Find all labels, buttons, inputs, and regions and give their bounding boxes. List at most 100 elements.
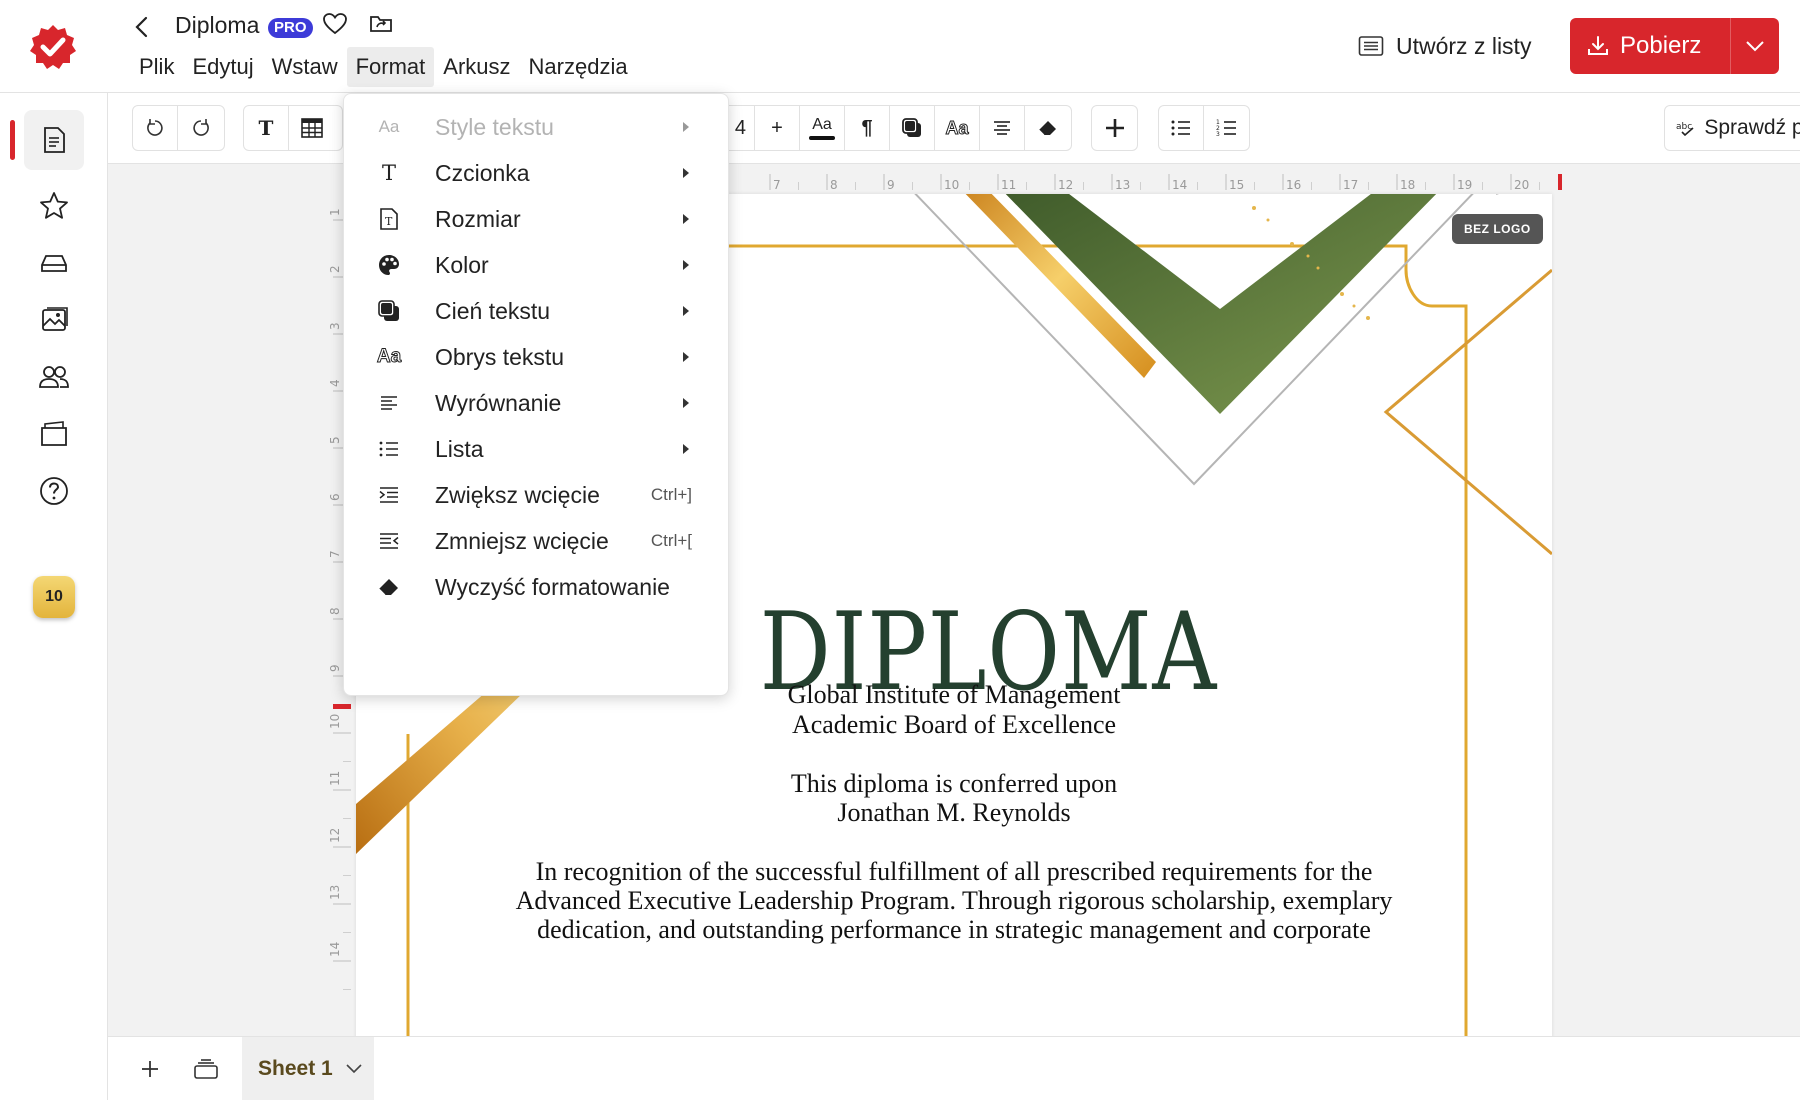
image-icon [42,307,68,331]
shadow-icon [902,118,921,137]
redo-icon [192,119,209,136]
paragraph-button[interactable]: ¶ [845,106,890,150]
spellcheck-button[interactable]: abc Sprawdź pisownię [1664,105,1800,151]
format-menu-item-rozmiar[interactable]: T Rozmiar [344,194,728,244]
format-menu-label: Zmniejsz wcięcie [435,527,609,554]
format-menu-item-cień-tekstu[interactable]: Cień tekstu [344,286,728,336]
menu-format[interactable]: Format [346,47,435,87]
download-button[interactable]: Pobierz [1570,18,1779,74]
sidebar-item-folders[interactable] [24,404,84,464]
ruler-number: 9 [328,664,342,672]
insert-plus-group [1091,105,1138,151]
sheet-tab[interactable]: Sheet 1 [242,1037,374,1100]
ruler-margin-marker[interactable] [1558,174,1562,190]
align-button[interactable] [980,106,1025,150]
ruler-number: 10 [328,714,342,729]
text-outline-button[interactable]: Aa [935,106,980,150]
text-shadow-button[interactable] [890,106,935,150]
ruler-number: 5 [328,436,342,444]
ruler-margin-marker[interactable] [333,704,351,709]
chevron-down-icon[interactable] [345,1063,363,1075]
format-menu-item-czcionka[interactable]: T Czcionka [344,148,728,198]
bullet-list-button[interactable] [1159,106,1204,150]
text-style-icon: Aa [378,117,400,136]
menu-wstaw[interactable]: Wstaw [263,47,347,87]
folder-move-icon[interactable] [368,11,394,37]
sidebar-item-drive[interactable] [24,233,84,293]
text-color-icon: Aa [812,116,832,133]
recipient-name[interactable]: Jonathan M. Reynolds [356,798,1552,828]
sheets-list-button[interactable] [188,1051,224,1087]
shortcut-hint: Ctrl+[ [650,531,692,550]
format-menu-item-zwiększ-wcięcie[interactable]: Zwiększ wcięcie Ctrl+] [344,470,728,520]
pro-badge: PRO [268,18,313,38]
create-from-list-button[interactable]: Utwórz z listy [1358,26,1531,66]
download-icon [1588,36,1608,55]
text-tool-button[interactable]: T [244,106,289,150]
ruler-number: 18 [1400,178,1415,192]
recognition-line-3[interactable]: dedication, and outstanding performance … [356,915,1552,945]
font-size-increase-button[interactable]: + [755,106,800,150]
sheet-bar: Sheet 1 [108,1036,1800,1100]
shortcut-hint: Ctrl+] [650,485,692,504]
sidebar-item-images[interactable] [24,290,84,350]
credits-badge[interactable]: 10 [33,576,75,618]
submenu-arrow-icon [683,444,689,454]
back-arrow-icon[interactable] [130,12,154,42]
clear-format-button[interactable] [1025,106,1070,150]
ruler-number: 11 [328,771,342,786]
menu-arkusz[interactable]: Arkusz [434,47,519,87]
board-line[interactable]: Academic Board of Excellence [356,710,1552,740]
active-indicator [10,120,15,160]
table-tool-button[interactable] [289,106,334,150]
sidebar-item-help[interactable] [24,461,84,521]
numbered-list-icon: 1 2 3 [1216,119,1236,137]
svg-text:3: 3 [1216,131,1220,137]
app-logo-icon[interactable] [29,23,77,71]
sidebar-item-document[interactable] [24,110,84,170]
text-color-button[interactable]: Aa [800,106,845,150]
no-logo-badge[interactable]: BEZ LOGO [1452,214,1543,244]
ruler-number: 12 [1058,178,1073,192]
ruler-number: 4 [328,379,342,387]
ruler-number: 7 [328,550,342,558]
submenu-arrow-icon [683,260,689,270]
ruler-number: 17 [1343,178,1358,192]
submenu-arrow-icon [683,398,689,408]
format-menu-item-zmniejsz-wcięcie[interactable]: Zmniejsz wcięcie Ctrl+[ [344,516,728,566]
menu-plik[interactable]: Plik [130,47,183,87]
recognition-line-1[interactable]: In recognition of the successful fulfill… [356,857,1552,887]
format-menu-item-style-tekstu: Aa Style tekstu [344,102,728,152]
recognition-line-2[interactable]: Advanced Executive Leadership Program. T… [356,886,1552,916]
format-menu-label: Czcionka [435,159,530,186]
ruler-number: 19 [1457,178,1472,192]
format-menu-item-wyczyść-formatowanie[interactable]: Wyczyść formatowanie [344,562,728,612]
menu-edytuj[interactable]: Edytuj [183,47,262,87]
add-sheet-button[interactable] [132,1051,168,1087]
layers-icon [194,1059,218,1079]
ruler-number: 7 [773,178,781,192]
document-title[interactable]: Diploma [175,12,259,39]
app-header: Diploma PRO Plik Edytuj Wstaw Format Ark… [0,0,1800,93]
ruler-number: 11 [1001,178,1016,192]
undo-button[interactable] [133,106,178,150]
chevron-down-icon[interactable] [1744,38,1766,54]
sidebar-item-favorites[interactable] [24,176,84,236]
format-menu-item-wyrównanie[interactable]: Wyrównanie [344,378,728,428]
redo-button[interactable] [178,106,223,150]
menu-narzedzia[interactable]: Narzędzia [520,47,637,87]
add-element-button[interactable] [1092,106,1137,150]
submenu-arrow-icon [683,122,689,132]
paragraph-icon: ¶ [861,116,873,139]
format-menu-item-lista[interactable]: Lista [344,424,728,474]
format-dropdown-menu: Aa Style tekstu T Czcionka T Rozmiar Kolor Cień… [343,93,729,696]
eraser-icon [1038,121,1056,136]
format-menu-item-obrys-tekstu[interactable]: Aa Obrys tekstu [344,332,728,382]
conferred-line[interactable]: This diploma is conferred upon [356,769,1552,799]
numbered-list-button[interactable]: 1 2 3 [1204,106,1249,150]
ruler-number: 3 [328,322,342,330]
ruler-number: 6 [328,493,342,501]
sidebar-item-users[interactable] [24,347,84,407]
heart-icon[interactable] [322,11,348,37]
format-menu-item-kolor[interactable]: Kolor [344,240,728,290]
